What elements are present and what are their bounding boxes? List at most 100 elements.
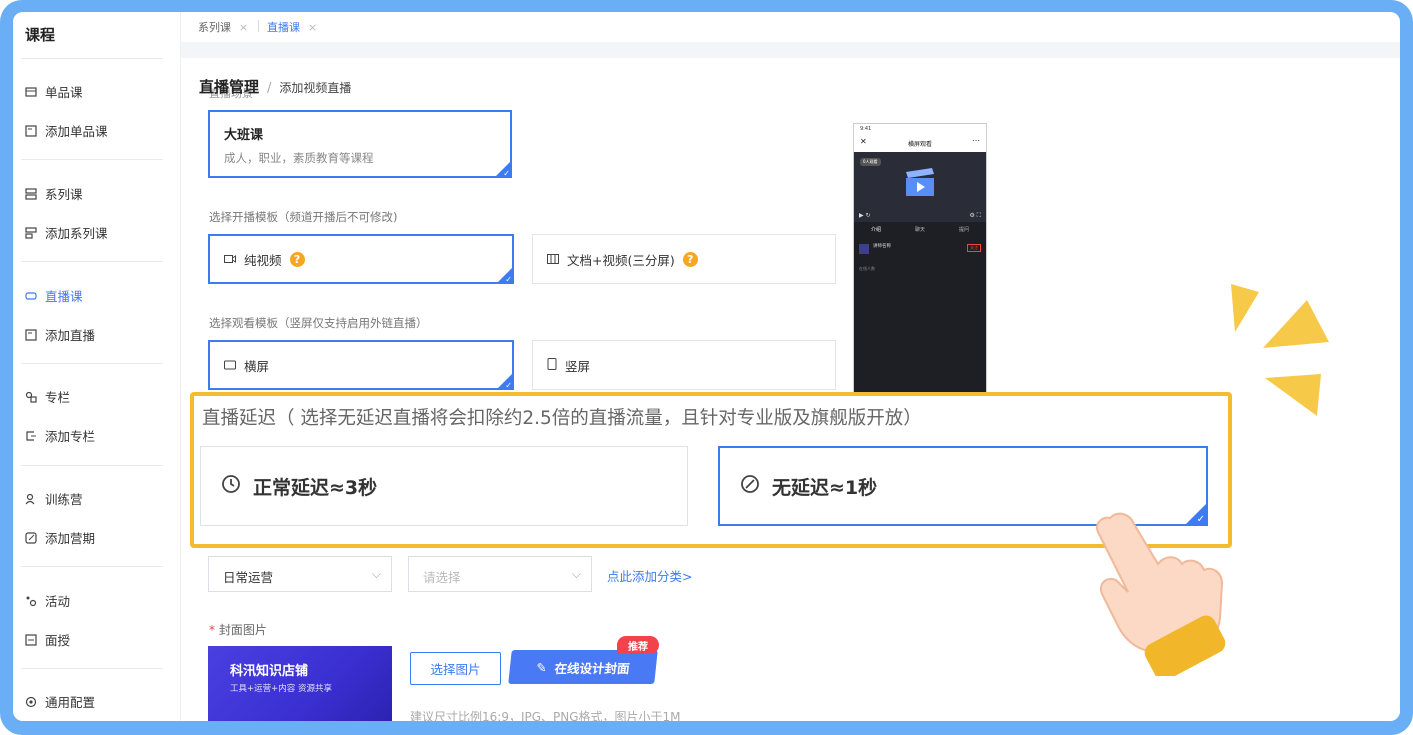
live-icon [25, 290, 37, 302]
close-icon[interactable]: × [239, 21, 248, 34]
lightning-icon [740, 474, 760, 499]
sidebar-item-label: 训练营 [45, 492, 83, 507]
sidebar-item-label: 单品课 [45, 85, 83, 100]
phone-tab: 聊天 [914, 226, 925, 233]
sidebar-item-label: 系列课 [45, 187, 83, 202]
sidebar-item-add-column[interactable]: 添加专栏 [25, 426, 95, 445]
edit-icon [25, 531, 37, 544]
sidebar-item-add-single-course[interactable]: 添加单品课 [25, 121, 108, 140]
tab-live[interactable]: 直播课 × [267, 19, 317, 35]
more-icon: ⋯ [972, 136, 980, 145]
phone-status: 9:41 [860, 126, 872, 132]
cover-image-subtitle: 工具+运营+内容 资源共享 [230, 684, 332, 694]
help-icon[interactable]: ? [682, 251, 698, 267]
add-icon [25, 328, 37, 341]
category-select-2[interactable]: 请选择 ⌵ [408, 556, 592, 592]
sidebar-item-add-period[interactable]: 添加营期 [25, 528, 95, 547]
host-name: 讲师名称 [873, 244, 891, 249]
divider [21, 58, 163, 59]
check-corner-icon [497, 373, 513, 390]
sidebar-item-label: 添加直播 [45, 328, 96, 343]
option-row: 纯视频 ? [224, 236, 305, 282]
phone-title: 横屏观看 [907, 141, 932, 148]
breadcrumb: 直播管理 / 添加视频直播 [199, 76, 351, 97]
required-mark: * [209, 623, 215, 637]
button-label: 在线设计封面 [553, 660, 631, 676]
option-row: 无延迟≈1秒 [740, 448, 877, 524]
phone-tab: 介绍 [870, 226, 881, 233]
sidebar-item-column[interactable]: 专栏 [25, 387, 70, 406]
template-option-doc-video[interactable]: 文档+视频(三分屏) ? [532, 234, 836, 284]
activity-icon [25, 595, 37, 607]
design-cover-button[interactable]: ✎ 在线设计封面 [508, 650, 658, 684]
wand-icon: ✎ [535, 659, 548, 675]
view-option-portrait[interactable]: 竖屏 [532, 340, 836, 390]
column-icon [25, 391, 37, 403]
phone-host-row: 讲师名称 关注 [859, 242, 983, 260]
cover-image: 科汛知识店铺 工具+运营+内容 资源共享 [208, 646, 392, 721]
phone-video-area: 0人观看 ▶ ↻ ⚙ ⛶ [854, 152, 986, 222]
add-series-icon [25, 226, 37, 239]
sidebar-item-label: 添加单品课 [45, 124, 108, 139]
sidebar-item-classroom[interactable]: 面授 [25, 630, 70, 649]
category-select-1[interactable]: 日常运营 ⌵ [208, 556, 392, 592]
phone-footer: 在线人数 [859, 266, 875, 271]
divider [21, 261, 163, 262]
phone-preview: 9:41 ✕ 横屏观看 ⋯ 0人观看 ▶ ↻ ⚙ ⛶ 介绍 聊天 提问 讲师名称… [853, 123, 987, 413]
option-row: 文档+视频(三分屏) ? [547, 235, 698, 283]
landscape-icon [224, 358, 236, 373]
divider [21, 363, 163, 364]
viewer-badge: 0人观看 [860, 158, 881, 166]
play-icon: ▶ ↻ [859, 212, 871, 219]
series-icon [25, 187, 37, 200]
check-corner-icon [495, 161, 511, 178]
breadcrumb-root[interactable]: 直播管理 [199, 76, 259, 97]
sidebar-item-label: 通用配置 [45, 695, 96, 710]
option-row: 竖屏 [547, 341, 590, 389]
chevron-down-icon: ⌵ [371, 567, 381, 581]
select-image-button[interactable]: 选择图片 [410, 652, 501, 685]
sidebar-item-label: 活动 [45, 594, 71, 609]
template-label: 选择开播模板（频道开播后不可修改) [209, 210, 398, 224]
cover-label: * 封面图片 [209, 621, 267, 638]
sparkle-icon [1231, 284, 1329, 416]
scene-option-large-class[interactable]: 大班课 成人，职业，素质教育等课程 [208, 110, 512, 178]
gear-icon [25, 696, 37, 708]
avatar [859, 244, 869, 254]
document-icon [547, 252, 559, 267]
option-label: 横屏 [244, 358, 270, 374]
portrait-icon [547, 357, 557, 373]
template-option-video[interactable]: 纯视频 ? [208, 234, 514, 284]
add-icon [25, 124, 37, 137]
tab-series[interactable]: 系列课 × [198, 19, 248, 35]
sidebar-item-single-course[interactable]: 单品课 [25, 82, 83, 101]
sidebar-item-activity[interactable]: 活动 [25, 591, 70, 610]
check-corner-icon [497, 267, 513, 284]
pointing-hand-icon [1096, 512, 1226, 676]
classroom-icon [25, 633, 37, 646]
delay-option-normal[interactable]: 正常延迟≈3秒 [200, 446, 688, 526]
add-icon [25, 430, 37, 442]
scene-description: 成人，职业，素质教育等课程 [224, 151, 374, 165]
sidebar-item-label: 专栏 [45, 390, 71, 405]
sidebar-item-camp[interactable]: 训练营 [25, 489, 83, 508]
scene-title: 大班课 [224, 128, 264, 143]
sidebar-item-settings[interactable]: 通用配置 [25, 692, 95, 711]
option-label: 文档+视频(三分屏) [567, 252, 675, 268]
tab-bar: 系列课 × 直播课 × [181, 12, 1400, 42]
cover-label-text: 封面图片 [218, 623, 267, 637]
close-icon[interactable]: × [308, 21, 317, 34]
sidebar-item-series[interactable]: 系列课 [25, 184, 83, 203]
divider [21, 566, 163, 567]
delay-highlight: 直播延迟（ 选择无延迟直播将会扣除约2.5倍的直播流量，且针对专业版及旗舰版开放… [190, 392, 1232, 548]
clock-icon [221, 474, 241, 499]
sidebar-title: 课程 [25, 26, 56, 44]
option-label: 无延迟≈1秒 [772, 476, 878, 499]
tab-label: 直播课 [267, 21, 300, 34]
add-category-link[interactable]: 点此添加分类> [607, 566, 692, 585]
sidebar-item-add-live[interactable]: 添加直播 [25, 325, 95, 344]
view-option-landscape[interactable]: 横屏 [208, 340, 514, 390]
sidebar-item-add-series[interactable]: 添加系列课 [25, 223, 108, 242]
sidebar-item-live[interactable]: 直播课 [25, 286, 83, 305]
help-icon[interactable]: ? [289, 251, 305, 267]
